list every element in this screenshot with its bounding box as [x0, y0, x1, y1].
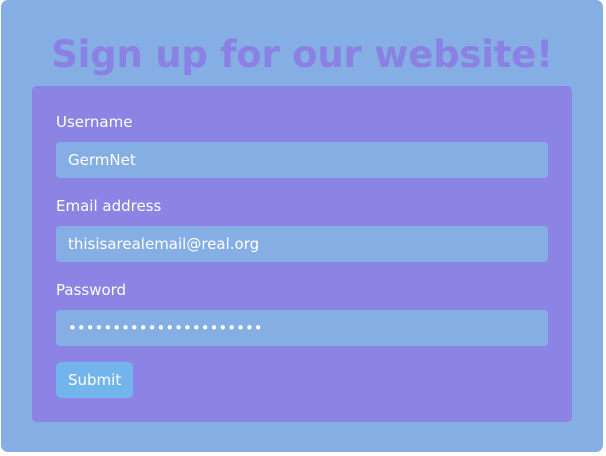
- page-title: Sign up for our website!: [51, 33, 553, 76]
- email-input[interactable]: [56, 226, 548, 262]
- submit-button[interactable]: Submit: [56, 362, 134, 398]
- signup-form: Username Email address Password Submit: [32, 86, 572, 422]
- email-label: Email address: [56, 197, 162, 215]
- password-input[interactable]: [56, 310, 548, 346]
- username-label: Username: [56, 113, 133, 131]
- password-label: Password: [56, 281, 127, 299]
- username-input[interactable]: [56, 142, 548, 178]
- signup-page: Sign up for our website! Username Email …: [1, 0, 603, 452]
